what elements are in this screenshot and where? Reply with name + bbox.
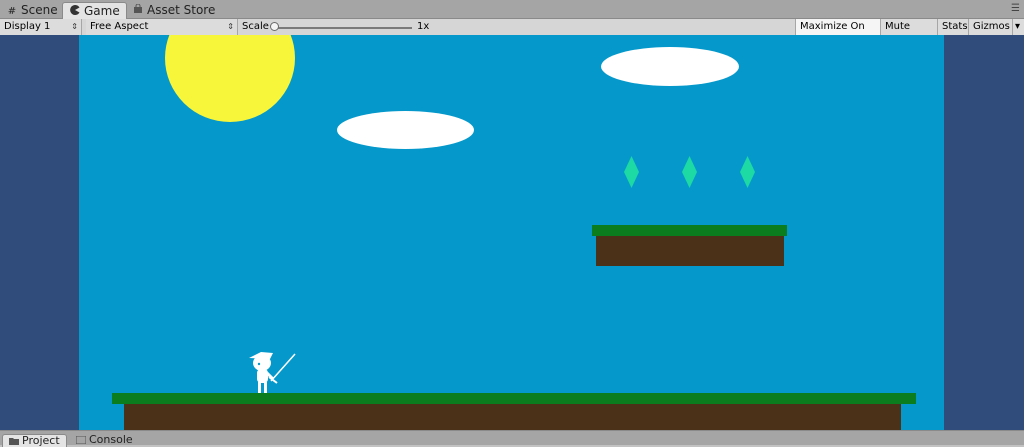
tab-asset-store-label: Asset Store	[147, 3, 216, 17]
display-dropdown-value: Display 1	[4, 21, 51, 32]
tab-project[interactable]: Project	[2, 434, 67, 447]
tab-project-label: Project	[22, 434, 60, 447]
gem-pickup	[624, 156, 639, 188]
ground-platform-grass	[112, 393, 916, 404]
gizmos-dropdown-arrow-icon[interactable]: ▾	[1012, 19, 1024, 35]
game-toolbar: Display 1 ⇕ Free Aspect ⇕ Scale 1x Maxim…	[0, 19, 1024, 48]
aspect-dropdown[interactable]: Free Aspect ⇕	[86, 19, 238, 35]
tab-console[interactable]: Console	[70, 434, 139, 446]
floating-platform-grass	[592, 225, 787, 236]
updown-arrow-icon: ⇕	[71, 22, 78, 31]
gem-pickup	[740, 156, 755, 188]
tab-game[interactable]: Game	[62, 2, 127, 19]
aspect-dropdown-value: Free Aspect	[90, 21, 149, 32]
display-dropdown[interactable]: Display 1 ⇕	[0, 19, 82, 35]
updown-arrow-icon: ⇕	[227, 22, 234, 31]
cloud	[601, 47, 739, 86]
hash-icon: #	[7, 6, 17, 17]
gizmos-button[interactable]: Gizmos	[968, 19, 1014, 35]
ground-platform-dirt	[124, 404, 901, 430]
gem-pickup	[682, 156, 697, 188]
tab-console-label: Console	[89, 433, 133, 446]
window-menu-icon[interactable]: ☰	[1011, 3, 1020, 14]
stats-button[interactable]: Stats	[937, 19, 968, 35]
scale-value: 1x	[417, 21, 430, 32]
editor-tab-bar: # Scene Game Asset Store ☰	[0, 0, 1024, 19]
sun	[165, 35, 295, 122]
scale-label: Scale	[242, 21, 269, 32]
console-icon	[76, 436, 86, 444]
floating-platform-dirt	[596, 236, 784, 266]
shopping-bag-icon	[132, 3, 144, 20]
player-character	[249, 352, 296, 393]
scale-slider-track[interactable]	[275, 27, 412, 29]
mute-audio-button[interactable]: Mute Audio	[880, 19, 937, 48]
game-sky	[79, 35, 944, 430]
tab-game-label: Game	[84, 4, 120, 18]
cloud	[337, 111, 474, 149]
tab-scene-label: Scene	[21, 3, 58, 17]
bottom-tab-bar: Project Console	[0, 430, 1024, 447]
scale-slider-thumb[interactable]	[270, 22, 279, 31]
game-viewport[interactable]	[0, 35, 1024, 430]
tab-asset-store[interactable]: Asset Store	[126, 2, 221, 18]
maximize-on-play-button[interactable]: Maximize On Play	[795, 19, 880, 48]
tab-scene[interactable]: # Scene	[0, 2, 64, 18]
